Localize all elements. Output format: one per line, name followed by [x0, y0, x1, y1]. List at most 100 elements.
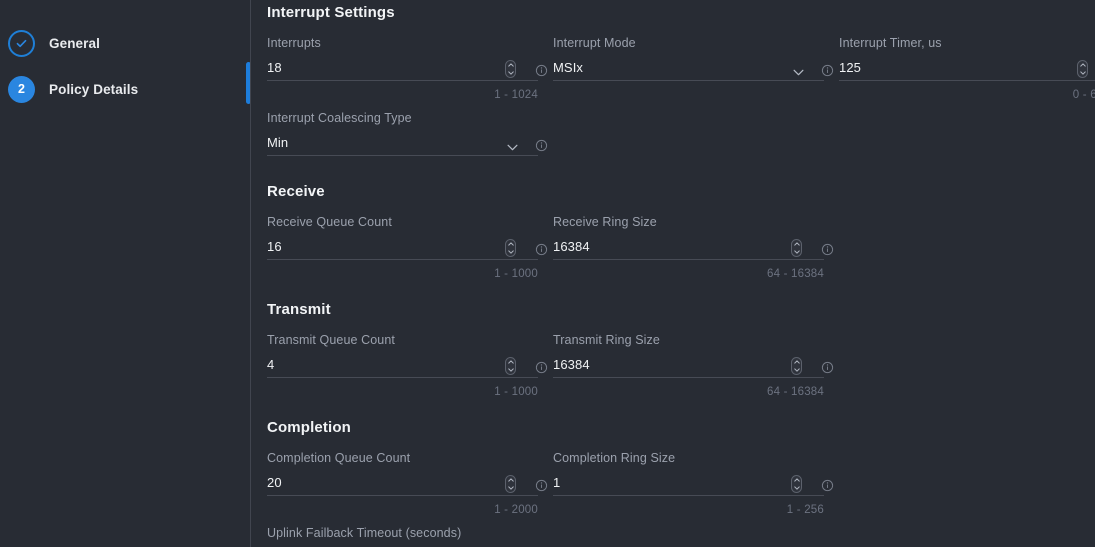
- section-heading: Transmit: [267, 281, 1095, 318]
- input-value-transmit-ring-size[interactable]: 16384: [553, 355, 590, 378]
- field-interrupt-mode: Interrupt Mode MSIx: [553, 35, 839, 102]
- input-value-receive-ring-size[interactable]: 16384: [553, 237, 590, 260]
- stepper-item-general[interactable]: General: [0, 20, 251, 66]
- field-interrupt-coalescing-type: Interrupt Coalescing Type Min: [267, 110, 553, 163]
- settings-pane: Interrupt SettingsInterrupts18 1 - 1024I…: [251, 0, 1095, 547]
- field-underline: [267, 377, 538, 378]
- select-value-interrupt-coalescing-type[interactable]: Min: [267, 133, 288, 156]
- number-stepper[interactable]: [1077, 60, 1088, 78]
- input-value-interrupt-timer-us[interactable]: 125: [839, 58, 861, 81]
- field-control-receive-queue-count: 16: [267, 234, 553, 260]
- section-heading: Interrupt Settings: [267, 0, 1095, 21]
- field-label-completion-queue-count: Completion Queue Count: [267, 450, 553, 466]
- field-interrupt-timer-us: Interrupt Timer, us 125 0 - 655: [839, 35, 1095, 102]
- field-row: Uplink Failback Timeout (seconds)5 0 - 6…: [267, 525, 1095, 547]
- field-label-receive-queue-count: Receive Queue Count: [267, 214, 553, 230]
- number-stepper[interactable]: [505, 60, 516, 78]
- field-control-interrupt-timer-us: 125: [839, 55, 1095, 81]
- info-icon[interactable]: [821, 64, 834, 77]
- info-icon[interactable]: [821, 243, 834, 256]
- step-number-text: 2: [18, 83, 25, 96]
- field-hint-interrupts: 1 - 1024: [267, 88, 538, 102]
- info-icon[interactable]: [535, 139, 548, 152]
- field-underline: [267, 495, 538, 496]
- field-label-completion-ring-size: Completion Ring Size: [553, 450, 839, 466]
- field-hint-receive-queue-count: 1 - 1000: [267, 267, 538, 281]
- field-completion-ring-size: Completion Ring Size 1 1 - 256: [553, 450, 839, 517]
- info-icon[interactable]: [535, 361, 548, 374]
- field-row: Transmit Queue Count 4 1 - 1000 Transmit R…: [267, 332, 1095, 399]
- field-label-receive-ring-size: Receive Ring Size: [553, 214, 839, 230]
- field-row: Completion Queue Count20 1 - 2000Complet…: [267, 450, 1095, 517]
- settings-sections: Interrupt SettingsInterrupts18 1 - 1024I…: [267, 0, 1095, 547]
- field-control-interrupt-coalescing-type: Min: [267, 130, 553, 156]
- info-icon[interactable]: [535, 479, 548, 492]
- number-stepper[interactable]: [505, 357, 516, 375]
- section-heading: Receive: [267, 163, 1095, 200]
- chevron-down-icon[interactable]: [793, 69, 804, 76]
- chevron-down-icon[interactable]: [507, 144, 518, 151]
- field-underline: [839, 80, 1095, 81]
- field-label-transmit-queue-count: Transmit Queue Count: [267, 332, 553, 348]
- field-label-interrupt-mode: Interrupt Mode: [553, 35, 839, 51]
- field-hint-receive-ring-size: 64 - 16384: [553, 267, 824, 281]
- settings-section-transmit: TransmitTransmit Queue Count4 1 - 1000Tr…: [267, 281, 1095, 399]
- field-control-receive-ring-size: 16384: [553, 234, 839, 260]
- field-transmit-ring-size: Transmit Ring Size 16384 64 - 16384: [553, 332, 839, 399]
- field-transmit-queue-count: Transmit Queue Count 4 1 - 1000: [267, 332, 553, 399]
- field-underline: [553, 80, 824, 81]
- field-hint-transmit-queue-count: 1 - 1000: [267, 385, 538, 399]
- field-label-transmit-ring-size: Transmit Ring Size: [553, 332, 839, 348]
- number-stepper[interactable]: [791, 475, 802, 493]
- field-underline: [267, 80, 538, 81]
- input-value-interrupts[interactable]: 18: [267, 58, 282, 81]
- step-number-badge: 2: [8, 76, 35, 103]
- field-completion-queue-count: Completion Queue Count 20 1 - 2000: [267, 450, 553, 517]
- field-row: Interrupt Coalescing Type Min: [267, 110, 1095, 163]
- settings-section-completion: Completion Completion Queue Count 20 1 - 2…: [267, 399, 1095, 547]
- field-control-transmit-ring-size: 16384: [553, 352, 839, 378]
- input-value-completion-queue-count[interactable]: 20: [267, 473, 282, 496]
- field-underline: [553, 259, 824, 260]
- number-stepper[interactable]: [505, 475, 516, 493]
- number-stepper[interactable]: [791, 357, 802, 375]
- field-underline: [553, 495, 824, 496]
- select-value-interrupt-mode[interactable]: MSIx: [553, 58, 583, 81]
- stepper-item-policy-details[interactable]: 2 Policy Details: [0, 66, 251, 112]
- field-control-completion-queue-count: 20: [267, 470, 553, 496]
- wizard-stepper: General 2 Policy Details: [0, 0, 251, 547]
- field-control-interrupts: 18: [267, 55, 553, 81]
- field-receive-queue-count: Receive Queue Count 16 1 - 1000: [267, 214, 553, 281]
- info-icon[interactable]: [821, 361, 834, 374]
- field-underline: [267, 259, 538, 260]
- field-label-interrupt-timer-us: Interrupt Timer, us: [839, 35, 1095, 51]
- field-label-interrupt-coalescing-type: Interrupt Coalescing Type: [267, 110, 553, 126]
- input-value-receive-queue-count[interactable]: 16: [267, 237, 282, 260]
- field-uplink-failback-timeout: Uplink Failback Timeout (seconds)5 0 - 6…: [267, 525, 553, 547]
- info-icon[interactable]: [535, 64, 548, 77]
- field-hint-completion-queue-count: 1 - 2000: [267, 503, 538, 517]
- info-icon[interactable]: [821, 479, 834, 492]
- input-value-transmit-queue-count[interactable]: 4: [267, 355, 274, 378]
- number-stepper[interactable]: [505, 239, 516, 257]
- field-control-completion-ring-size: 1: [553, 470, 839, 496]
- stepper-item-policy-details-label: Policy Details: [49, 82, 138, 97]
- field-underline: [267, 155, 538, 156]
- field-row: Interrupts18 1 - 1024Interrupt ModeMSIx …: [267, 35, 1095, 102]
- field-receive-ring-size: Receive Ring Size 16384 64 - 16384: [553, 214, 839, 281]
- field-row: Receive Queue Count 16 1 - 1000 Receive Ri…: [267, 214, 1095, 281]
- field-hint-transmit-ring-size: 64 - 16384: [553, 385, 824, 399]
- input-value-completion-ring-size[interactable]: 1: [553, 473, 560, 496]
- info-icon[interactable]: [535, 243, 548, 256]
- field-hint-completion-ring-size: 1 - 256: [553, 503, 824, 517]
- check-icon: [8, 30, 35, 57]
- field-underline: [553, 377, 824, 378]
- field-control-interrupt-mode: MSIx: [553, 55, 839, 81]
- field-label-interrupts: Interrupts: [267, 35, 553, 51]
- number-stepper[interactable]: [791, 239, 802, 257]
- section-heading: Completion: [267, 399, 1095, 436]
- field-label-uplink-failback-timeout: Uplink Failback Timeout (seconds): [267, 525, 553, 541]
- field-interrupts: Interrupts 18 1 - 1024: [267, 35, 553, 102]
- stepper-item-general-label: General: [49, 36, 100, 51]
- field-hint-interrupt-timer-us: 0 - 655: [839, 88, 1095, 102]
